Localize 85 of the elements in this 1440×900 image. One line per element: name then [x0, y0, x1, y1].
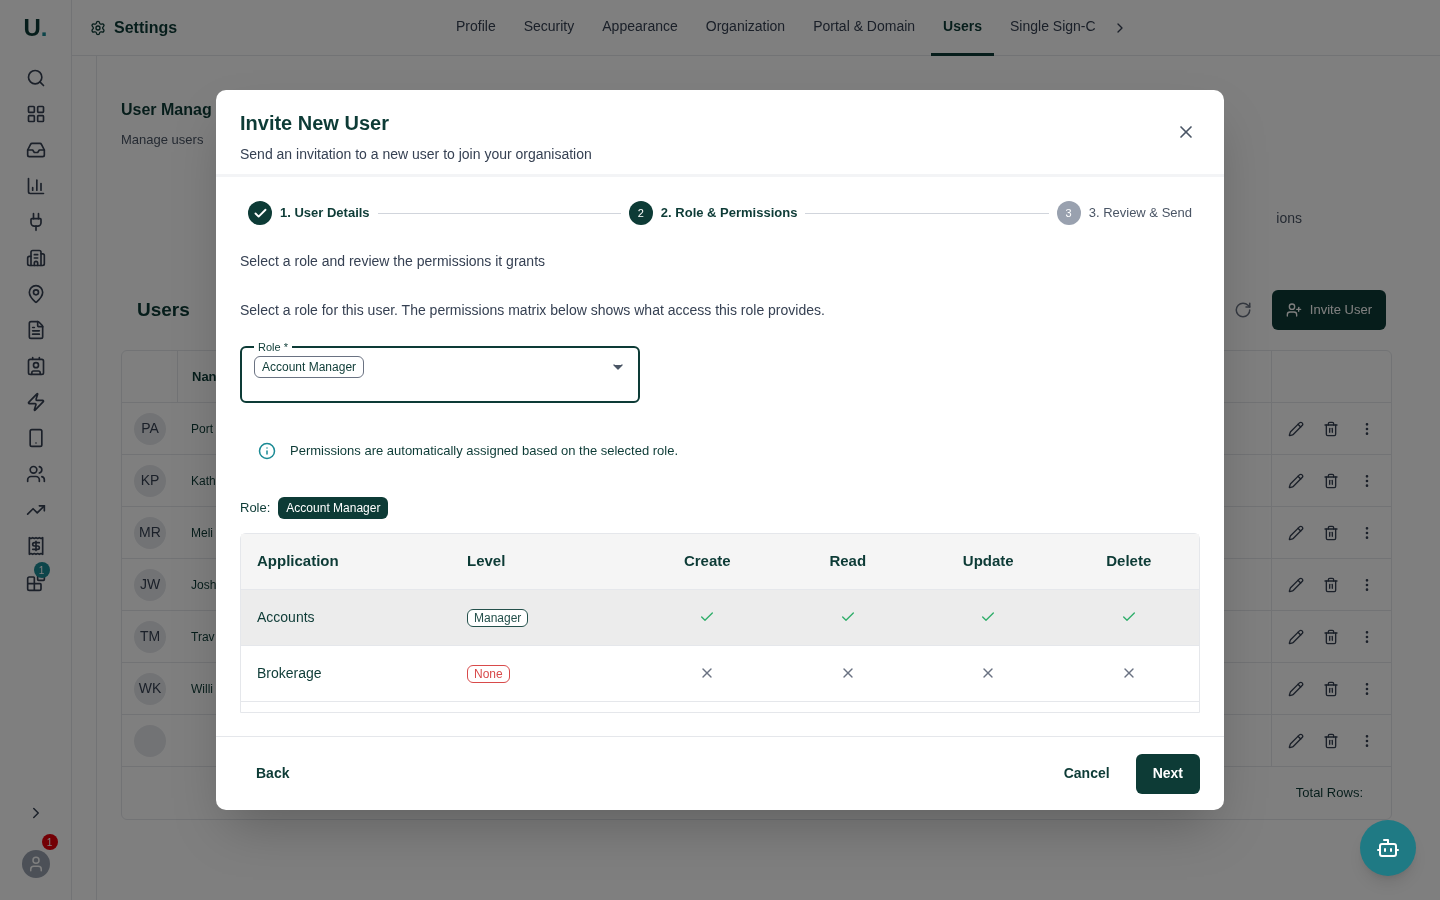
step-label: 1. User Details	[280, 204, 370, 223]
role-chip: Account Manager	[254, 355, 365, 378]
column-header: Read	[829, 550, 867, 571]
role-hint: Select a role for this user. The permissions matrix below shows what access this role provides.	[240, 301, 826, 320]
settings-tab[interactable]: Portal & Domain	[801, 0, 928, 56]
settings-tab[interactable]: Appearance	[590, 0, 690, 56]
column-header: Delete	[1106, 550, 1152, 571]
grid-icon[interactable]	[25, 104, 46, 124]
delete-icon[interactable]	[1323, 576, 1340, 593]
search-icon[interactable]	[25, 68, 46, 88]
edit-icon[interactable]	[1287, 576, 1304, 593]
table-cell-text: Accounts	[257, 607, 316, 627]
field-label: Role *	[257, 340, 289, 355]
table-cell-text: Meli	[191, 524, 213, 542]
step-number: 2	[628, 201, 653, 225]
edit-icon[interactable]	[1287, 524, 1304, 541]
level-badge: Manager	[467, 609, 529, 627]
lightning-icon[interactable]	[25, 392, 46, 412]
user-avatar: KP	[134, 464, 166, 497]
delete-icon[interactable]	[1323, 472, 1340, 489]
add-user-icon	[1285, 302, 1302, 318]
table-cell-text: Brokerage	[257, 663, 323, 683]
step-number: 3	[1056, 201, 1081, 225]
step-label: 3. Review & Send	[1088, 204, 1192, 223]
dialog-title: Invite New User	[240, 111, 390, 136]
user-avatar: TM	[134, 620, 166, 653]
info-text: Permissions are automatically assigned based on the selected role.	[290, 442, 679, 460]
table-cell-text: Trav	[191, 628, 215, 646]
settings-tab[interactable]: Users	[931, 0, 995, 56]
gear-icon	[90, 19, 106, 36]
step-label: 2. Role & Permissions	[660, 204, 798, 223]
edit-icon[interactable]	[1287, 472, 1304, 489]
column-header: Application	[257, 550, 340, 571]
delete-icon[interactable]	[1323, 732, 1340, 749]
level-badge: None	[467, 665, 510, 683]
delete-icon[interactable]	[1323, 628, 1340, 645]
inbox-icon[interactable]	[25, 140, 46, 160]
table-cell-text: Willi	[191, 680, 213, 698]
notification-badge: 1	[33, 562, 50, 578]
user-avatar: MR	[134, 516, 166, 549]
page-title: Settings	[114, 17, 178, 38]
delete-icon[interactable]	[1323, 524, 1340, 541]
settings-tab[interactable]: Security	[511, 0, 587, 56]
column-header: Nan	[192, 367, 217, 386]
back-button[interactable]: Back	[240, 753, 306, 794]
user-avatar: PA	[134, 412, 166, 445]
section-title: User Manag	[121, 100, 212, 120]
table-cell-text: Josh	[191, 576, 217, 594]
bar-chart-icon[interactable]	[25, 176, 46, 196]
table-cell-text: Port	[191, 420, 213, 438]
notification-badge: 1	[41, 834, 58, 850]
users-icon[interactable]	[25, 464, 46, 484]
contact-book-icon[interactable]	[25, 356, 46, 376]
column-header: Level	[467, 550, 507, 571]
robot-icon	[1376, 836, 1400, 860]
edit-icon[interactable]	[1287, 420, 1304, 437]
dialog-subtitle: Send an invitation to a new user to join your organisation	[240, 145, 592, 164]
step-done-icon	[248, 201, 272, 225]
role-chip: Account Manager	[278, 496, 389, 519]
settings-tab[interactable]: Organization	[693, 0, 798, 56]
settings-tab[interactable]: Single Sign-C	[998, 0, 1108, 56]
column-header: Update	[962, 550, 1014, 571]
edit-icon[interactable]	[1287, 732, 1304, 749]
user-avatar: WK	[134, 672, 166, 705]
role-label: Role:	[240, 498, 271, 517]
settings-tab[interactable]: Profile	[444, 0, 508, 56]
step-intro: Select a role and review the permissions it grants	[240, 252, 547, 271]
edit-icon[interactable]	[1287, 680, 1304, 697]
delete-icon[interactable]	[1323, 420, 1340, 437]
info-icon	[258, 441, 276, 460]
refresh-icon[interactable]	[1233, 301, 1252, 319]
card-text: ions	[1276, 209, 1302, 228]
logo[interactable]: U.	[23, 10, 48, 46]
user-avatar: JW	[134, 568, 166, 601]
section-subtitle: Manage users	[121, 131, 205, 149]
column-header: Create	[683, 550, 731, 571]
next-button[interactable]: Next	[1135, 753, 1200, 794]
users-heading: Users	[137, 297, 190, 322]
delete-icon[interactable]	[1323, 680, 1340, 697]
invite-user-button[interactable]: Invite User	[1271, 290, 1386, 330]
edit-icon[interactable]	[1287, 628, 1304, 645]
cancel-button[interactable]: Cancel	[1045, 753, 1128, 794]
table-cell-text: Kath	[191, 472, 216, 490]
total-rows: Total Rows:	[1295, 783, 1363, 803]
building-icon[interactable]	[25, 248, 46, 268]
